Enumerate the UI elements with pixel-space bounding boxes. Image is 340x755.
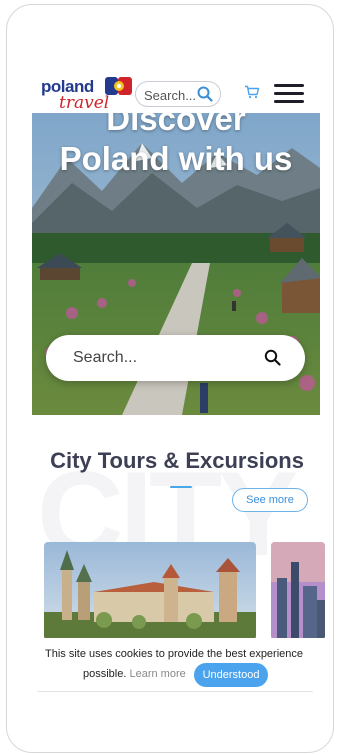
learn-more-link[interactable]: Learn more bbox=[129, 668, 185, 680]
logo-text-travel: travel bbox=[59, 93, 110, 113]
hero-title-line1: Discover bbox=[106, 113, 246, 137]
cart-icon[interactable] bbox=[244, 85, 260, 99]
tour-card[interactable] bbox=[44, 542, 256, 640]
cookie-message-cont: possible. Learn more bbox=[83, 668, 186, 680]
cookie-message-end: possible. bbox=[83, 668, 127, 680]
divider bbox=[37, 691, 313, 692]
hero-banner: Discover Poland with us Search... bbox=[32, 113, 320, 415]
device-frame: poland travel Search... Discover Poland … bbox=[6, 4, 334, 753]
hero-title: Discover Poland with us bbox=[32, 113, 320, 179]
header-search-placeholder: Search... bbox=[144, 88, 197, 103]
understood-button[interactable]: Understood bbox=[194, 663, 268, 687]
search-icon[interactable] bbox=[197, 86, 213, 102]
hero-title-line2: Poland with us bbox=[59, 140, 293, 177]
site-logo[interactable]: poland travel bbox=[41, 75, 135, 115]
cookie-banner: This site uses cookies to provide the be… bbox=[7, 638, 333, 698]
hero-search-placeholder: Search... bbox=[73, 349, 138, 366]
hamburger-menu-icon[interactable] bbox=[274, 84, 304, 104]
castle-image bbox=[44, 542, 256, 640]
city-skyline-image bbox=[271, 542, 325, 640]
cookie-message: This site uses cookies to provide the be… bbox=[44, 648, 304, 660]
see-more-button[interactable]: See more bbox=[232, 488, 308, 512]
title-underline bbox=[170, 486, 192, 488]
hero-search-field[interactable]: Search... bbox=[46, 335, 305, 381]
tour-card[interactable] bbox=[271, 542, 325, 640]
logo-emblem-icon bbox=[105, 77, 132, 95]
section-title: City Tours & Excursions bbox=[50, 448, 304, 473]
search-icon[interactable] bbox=[264, 349, 281, 366]
header-search-field[interactable]: Search... bbox=[135, 81, 221, 107]
